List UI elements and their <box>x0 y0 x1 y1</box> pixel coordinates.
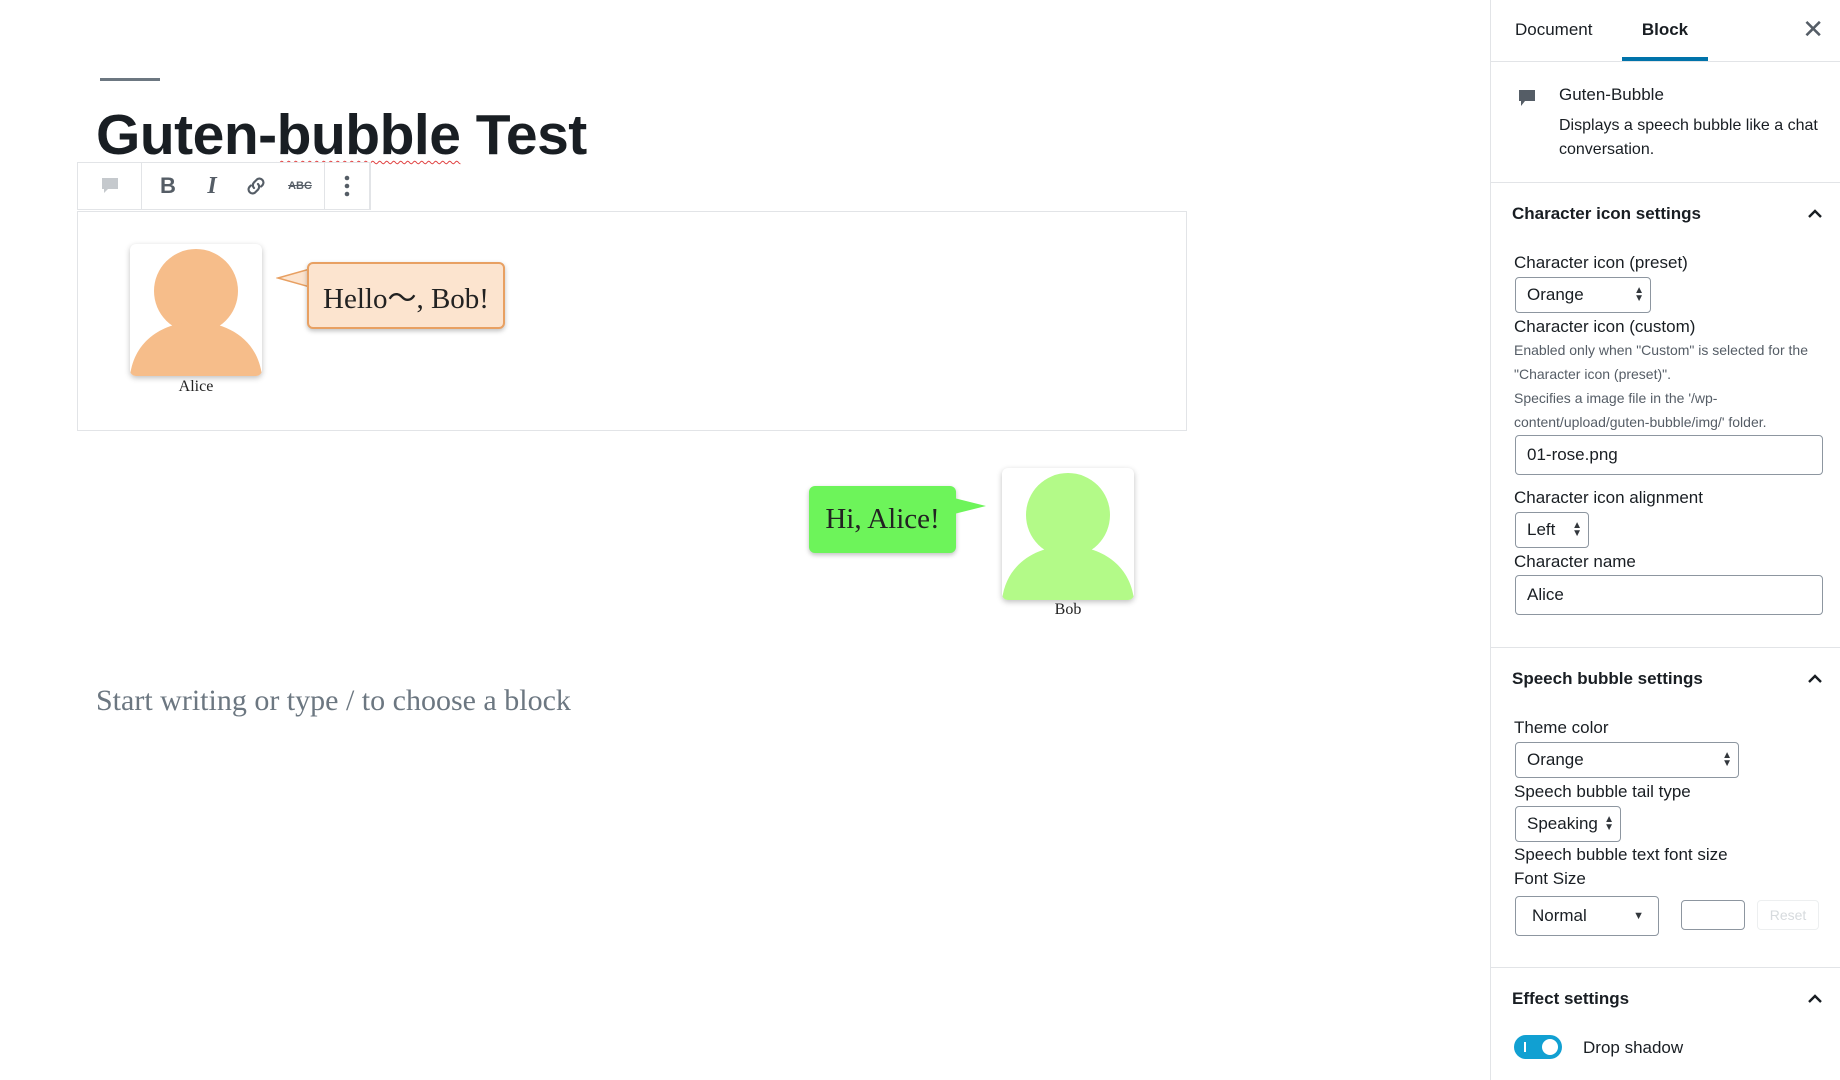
link-icon[interactable] <box>234 163 278 209</box>
updown-arrows-icon: ▲ ▼ <box>1604 814 1614 833</box>
updown-arrows-icon: ▲ ▼ <box>1722 750 1732 769</box>
post-title[interactable]: Guten-bubble Test <box>96 102 587 168</box>
chevron-up-icon[interactable] <box>1806 670 1824 688</box>
speech-bubble-icon[interactable] <box>88 163 132 209</box>
select-character-alignment-value: Left <box>1527 520 1556 539</box>
label-drop-shadow: Drop shadow <box>1583 1038 1684 1057</box>
select-font-size[interactable]: Normal ▼ <box>1515 896 1659 936</box>
selected-bubble-block[interactable]: Alice Hello〜, Bob! <box>77 211 1187 431</box>
help-character-custom-2: Specifies a image file in the '/wp-conte… <box>1514 390 1767 430</box>
editor-canvas[interactable]: Guten-bubble Test B I ABC Alice Hello〜, … <box>0 0 1490 1080</box>
bubble-text-bob: Hi, Alice! <box>825 503 940 535</box>
select-font-size-value: Normal <box>1532 906 1587 925</box>
label-font-size: Speech bubble text font size <box>1514 845 1728 864</box>
panel-title-effect[interactable]: Effect settings <box>1512 989 1629 1009</box>
input-character-name-value: Alice <box>1527 585 1564 604</box>
input-character-custom[interactable]: 01-rose.png <box>1515 435 1823 475</box>
select-theme-color-value: Orange <box>1527 750 1584 769</box>
label-character-name: Character name <box>1514 552 1636 571</box>
strikethrough-label: ABC <box>288 180 312 192</box>
title-separator <box>100 78 160 81</box>
select-tail-type[interactable]: Speaking ▲ ▼ <box>1515 806 1621 842</box>
avatar-bob <box>1002 468 1134 600</box>
chevron-up-icon[interactable] <box>1806 205 1824 223</box>
avatar-name-alice: Alice <box>178 378 214 395</box>
tab-document[interactable]: Document <box>1515 0 1592 61</box>
input-custom-font-size[interactable] <box>1681 900 1745 930</box>
label-character-alignment: Character icon alignment <box>1514 488 1703 507</box>
vertical-ellipsis-icon[interactable] <box>325 163 369 209</box>
updown-arrows-icon: ▲ ▼ <box>1634 285 1644 304</box>
select-tail-type-value: Speaking <box>1527 814 1598 833</box>
block-appender-placeholder[interactable]: Start writing or type / to choose a bloc… <box>96 684 571 718</box>
label-character-preset: Character icon (preset) <box>1514 253 1688 272</box>
input-character-custom-value: 01-rose.png <box>1527 445 1618 464</box>
avatar-name-bob: Bob <box>1054 601 1082 618</box>
reset-button[interactable]: Reset <box>1757 900 1819 930</box>
label-font-size-sub: Font Size <box>1514 869 1586 888</box>
block-toolbar: B I ABC <box>77 162 371 210</box>
chevron-up-icon[interactable] <box>1806 990 1824 1008</box>
post-title-part-3: Test <box>460 103 587 167</box>
speech-bubble-bob[interactable]: Hi, Alice! <box>809 486 956 553</box>
toggle-drop-shadow[interactable] <box>1514 1035 1562 1059</box>
select-character-alignment[interactable]: Left ▲ ▼ <box>1515 512 1589 548</box>
label-tail-type: Speech bubble tail type <box>1514 782 1691 801</box>
bold-button[interactable]: B <box>146 163 190 209</box>
settings-sidebar: Document Block ✕ Guten-Bubble Displays a… <box>1490 0 1840 1080</box>
bubble-text-alice: Hello〜, Bob! <box>323 282 489 315</box>
panel-title-character[interactable]: Character icon settings <box>1512 204 1701 224</box>
tab-block[interactable]: Block <box>1622 0 1708 61</box>
close-icon[interactable]: ✕ <box>1802 14 1824 44</box>
label-theme-color: Theme color <box>1514 718 1609 737</box>
avatar-alice <box>130 244 262 376</box>
updown-arrows-icon: ▲ ▼ <box>1572 520 1582 539</box>
help-character-custom-1: Enabled only when "Custom" is selected f… <box>1514 342 1808 382</box>
italic-label: I <box>207 172 217 199</box>
select-character-preset[interactable]: Orange ▲ ▼ <box>1515 277 1651 313</box>
input-character-name[interactable]: Alice <box>1515 575 1823 615</box>
bubble-tail-bob <box>954 498 986 514</box>
bold-label: B <box>160 173 176 198</box>
select-theme-color[interactable]: Orange ▲ ▼ <box>1515 742 1739 778</box>
speech-bubble-alice[interactable]: Hello〜, Bob! <box>307 262 505 329</box>
strikethrough-button[interactable]: ABC <box>278 163 322 209</box>
sidebar-tabs: Document Block ✕ <box>1491 0 1840 62</box>
block-card-description: Displays a speech bubble like a chat con… <box>1559 117 1818 158</box>
chevron-down-icon: ▼ <box>1633 910 1644 922</box>
select-character-preset-value: Orange <box>1527 285 1584 304</box>
post-title-part-2: bubble <box>276 103 461 167</box>
post-title-part-1: Guten- <box>96 103 277 167</box>
panel-title-bubble[interactable]: Speech bubble settings <box>1512 669 1703 689</box>
speech-bubble-icon <box>1519 90 1535 106</box>
bubble-tail-alice <box>276 268 310 288</box>
italic-button[interactable]: I <box>190 163 234 209</box>
block-card-title: Guten-Bubble <box>1559 85 1664 104</box>
label-character-custom: Character icon (custom) <box>1514 317 1696 336</box>
